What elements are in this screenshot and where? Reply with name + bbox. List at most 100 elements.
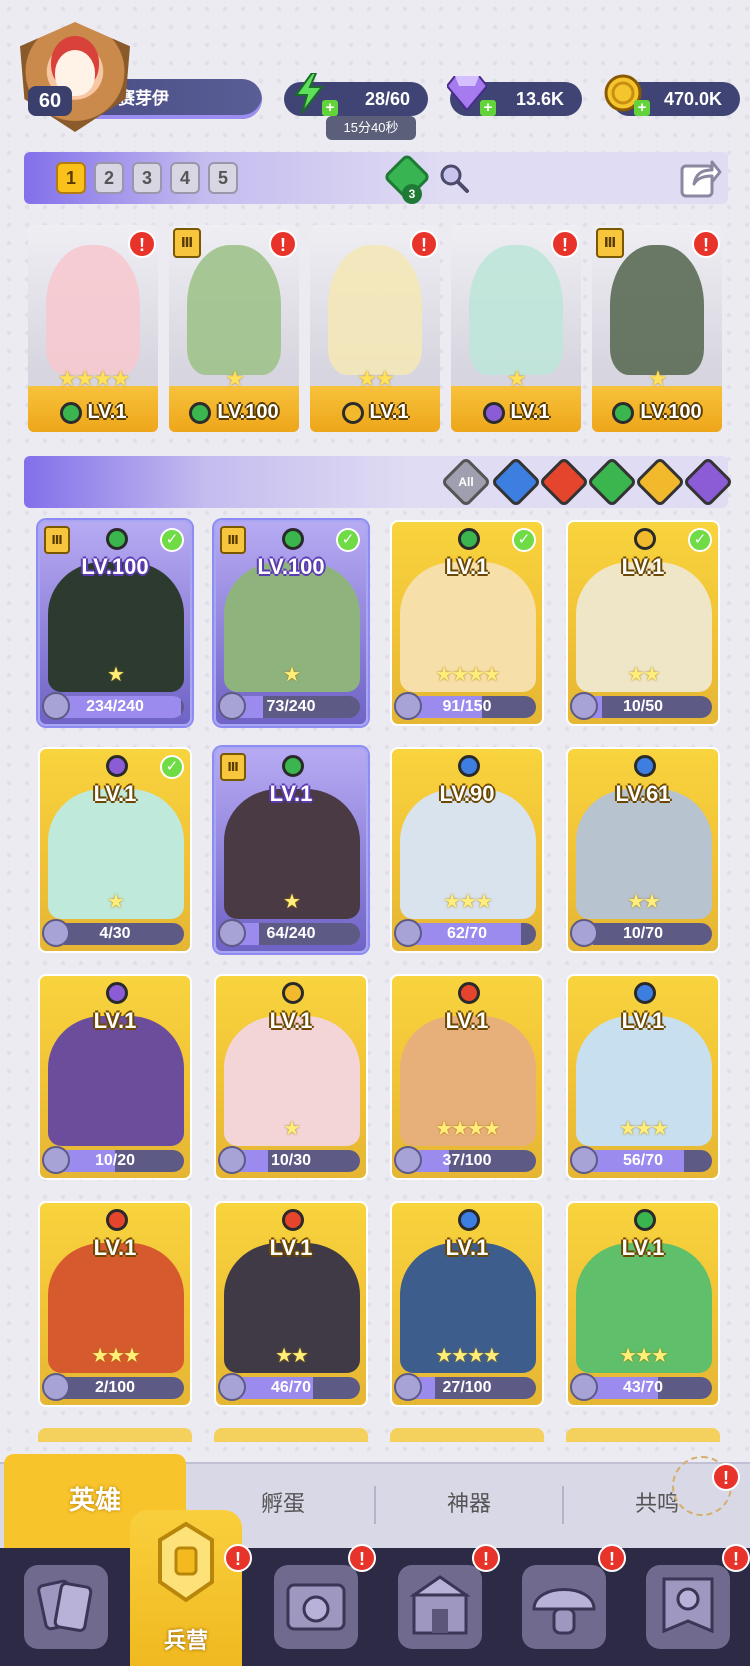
team-tab-1[interactable]: 1 — [56, 162, 86, 194]
deployed-check-icon: ✓ — [512, 528, 536, 552]
guild-banner-nav-icon[interactable] — [646, 1565, 730, 1649]
rank-badge-icon: Ⅲ — [220, 526, 246, 554]
hero-stars: ★ — [107, 891, 125, 913]
player-level: 60 — [28, 86, 72, 116]
hero-card[interactable]: LV.1 ★★ 46/70 — [214, 1201, 368, 1407]
fragment-icon — [394, 1146, 422, 1174]
hero-card[interactable]: LV.100 ★ 73/240 ✓ Ⅲ — [214, 520, 368, 726]
fragment-icon — [42, 692, 70, 720]
fragment-icon — [394, 692, 422, 720]
hero-card[interactable]: LV.1 ★ 4/30 ✓ — [38, 747, 192, 953]
hero-card[interactable]: LV.1 ★★★ 2/100 — [38, 1201, 192, 1407]
hero-card[interactable]: LV.1 ★★★ 56/70 — [566, 974, 720, 1180]
map-book-nav-icon[interactable] — [274, 1565, 358, 1649]
team-tab-5[interactable]: 5 — [208, 162, 238, 194]
hero-level-text: LV.1 — [510, 401, 550, 423]
hero-level: LV.100 — [592, 401, 722, 424]
element-icon — [189, 401, 212, 424]
share-icon[interactable] — [680, 158, 722, 198]
hero-level: LV.61 — [615, 781, 671, 806]
hero-portrait — [328, 245, 422, 375]
hero-level: LV.1 — [310, 401, 440, 424]
hero-level-text: LV.100 — [217, 401, 279, 423]
mushroom-nav-icon[interactable] — [522, 1565, 606, 1649]
hero-card[interactable]: LV.1 ★★★★ 27/100 — [390, 1201, 544, 1407]
hero-level: LV.1 — [269, 781, 313, 806]
hero-stars: ★★★★ — [435, 1118, 501, 1140]
hero-portrait — [469, 245, 563, 375]
hero-card[interactable]: LV.61 ★★ 10/70 — [566, 747, 720, 953]
hero-card[interactable]: LV.1 ★★★ 43/70 — [566, 1201, 720, 1407]
fragment-icon — [42, 919, 70, 947]
element-icon — [482, 401, 505, 424]
hero-level-text: LV.1 — [369, 401, 409, 423]
rank-badge-icon: Ⅲ — [44, 526, 70, 554]
hero-card[interactable]: LV.1 ★★★★ 37/100 — [390, 974, 544, 1180]
element-icon — [282, 982, 304, 1004]
element-icon — [59, 401, 82, 424]
element-icon — [612, 401, 635, 424]
hero-level: LV.1 — [445, 1235, 489, 1260]
tab-artifact[interactable]: 神器 — [376, 1480, 562, 1530]
hero-stars: ★★★★ — [435, 664, 501, 686]
hero-level: LV.1 — [93, 781, 137, 806]
hero-alert-icon: ! — [692, 230, 720, 258]
team-gem-count: 3 — [402, 184, 422, 204]
hero-level: LV.1 — [28, 401, 158, 424]
hero-level: LV.100 — [169, 401, 299, 424]
hero-stars: ★ — [283, 664, 301, 686]
hero-stars: ★★ — [275, 1345, 309, 1367]
fragment-icon — [218, 1373, 246, 1401]
hero-card[interactable]: LV.1 ★★★★ 91/150 ✓ — [390, 520, 544, 726]
element-icon — [341, 401, 364, 424]
hero-card[interactable]: LV.1 10/20 — [38, 974, 192, 1180]
add-gems-button[interactable]: + — [480, 100, 496, 116]
hero-card-partial — [390, 1428, 544, 1442]
hero-stars: ★★ — [357, 366, 394, 391]
add-gold-button[interactable]: + — [634, 100, 650, 116]
castle-nav-icon[interactable] — [398, 1565, 482, 1649]
fragment-icon — [394, 919, 422, 947]
hero-level: LV.1 — [269, 1008, 313, 1033]
rank-badge-icon: Ⅲ — [173, 228, 201, 258]
team-tab-4[interactable]: 4 — [170, 162, 200, 194]
hero-card[interactable]: LV.1 ★ 64/240 Ⅲ — [214, 747, 368, 953]
element-icon — [282, 1209, 304, 1231]
element-icon — [634, 1209, 656, 1231]
deployed-check-icon: ✓ — [160, 528, 184, 552]
team-selector-bar — [24, 152, 728, 204]
hero-alert-icon: ! — [410, 230, 438, 258]
hero-alert-icon: ! — [269, 230, 297, 258]
hero-portrait — [46, 245, 140, 375]
hero-card[interactable]: LV.1 ★ 10/30 — [214, 974, 368, 1180]
hero-portrait — [187, 245, 281, 375]
search-icon[interactable] — [438, 162, 470, 194]
element-icon — [106, 528, 128, 550]
hero-card-partial — [38, 1428, 192, 1442]
hero-stars: ★★ — [627, 891, 661, 913]
element-icon — [458, 528, 480, 550]
deployed-check-icon: ✓ — [688, 528, 712, 552]
team-tab-2[interactable]: 2 — [94, 162, 124, 194]
barracks-alert-icon: ! — [224, 1544, 252, 1572]
hero-level-text: LV.1 — [87, 401, 127, 423]
hero-card[interactable]: LV.90 ★★★ 62/70 — [390, 747, 544, 953]
add-energy-button[interactable]: + — [322, 100, 338, 116]
energy-timer: 15分40秒 — [326, 116, 416, 140]
element-icon — [106, 1209, 128, 1231]
hero-card-partial — [214, 1428, 368, 1442]
hero-card[interactable]: LV.100 ★ 234/240 ✓ Ⅲ — [38, 520, 192, 726]
cards-nav-icon[interactable] — [24, 1565, 108, 1649]
fragment-icon — [570, 1146, 598, 1174]
element-icon — [634, 982, 656, 1004]
hero-level: LV.1 — [445, 1008, 489, 1033]
team-tab-3[interactable]: 3 — [132, 162, 162, 194]
filter-all-label: All — [458, 475, 474, 489]
fragment-icon — [570, 1373, 598, 1401]
hero-card[interactable]: LV.1 ★★ 10/50 ✓ — [566, 520, 720, 726]
hero-portrait — [610, 245, 704, 375]
hero-stars: ★★★ — [91, 1345, 141, 1367]
map-alert-icon: ! — [348, 1544, 376, 1572]
hero-stars: ★ — [648, 366, 668, 391]
resonance-alert-icon: ! — [712, 1463, 740, 1491]
